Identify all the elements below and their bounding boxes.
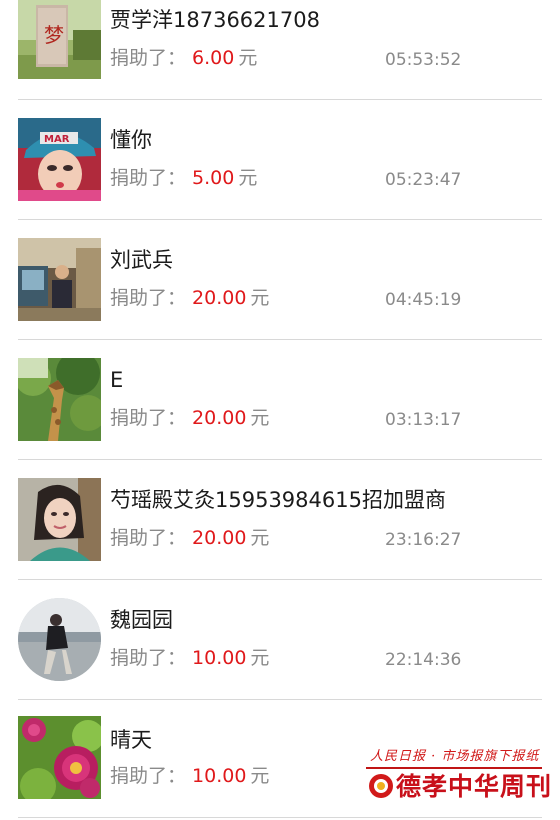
donor-name: E xyxy=(110,368,124,392)
svg-text:梦: 梦 xyxy=(44,23,64,47)
avatar[interactable]: 梦 xyxy=(18,0,101,79)
donation-info: 捐助了： 20.00 元 xyxy=(110,526,269,550)
donor-name: 魏园园 xyxy=(110,608,173,632)
donation-time: 23:16:27 xyxy=(385,530,462,550)
currency-unit: 元 xyxy=(250,407,270,429)
svg-text:MAR: MAR xyxy=(44,134,70,145)
donation-time: 22:14:36 xyxy=(385,650,462,670)
donation-time: 04:45:19 xyxy=(385,290,462,310)
donation-amount: 6.00 xyxy=(192,47,235,69)
donation-label: 捐助了： xyxy=(110,407,187,429)
donor-name: 懂你 xyxy=(110,128,152,152)
donation-time: 05:23:47 xyxy=(385,170,462,190)
currency-unit: 元 xyxy=(250,527,270,549)
donation-time: 05:53:52 xyxy=(385,50,462,70)
avatar[interactable] xyxy=(18,478,101,561)
donation-info: 捐助了： 6.00 元 xyxy=(110,46,257,70)
list-item[interactable]: 魏园园 捐助了： 10.00 元 22:14:36 xyxy=(0,580,560,700)
list-item[interactable]: 芍瑶殿艾灸15953984615招加盟商 捐助了： 20.00 元 23:16:27 xyxy=(0,460,560,580)
donation-label: 捐助了： xyxy=(110,47,187,69)
donor-name: 晴天 xyxy=(110,728,152,752)
donor-name: 芍瑶殿艾灸15953984615招加盟商 xyxy=(110,488,446,512)
donation-info: 捐助了： 10.00 元 xyxy=(110,764,269,788)
donor-name: 刘武兵 xyxy=(110,248,173,272)
newspaper-logo-icon xyxy=(366,771,396,801)
list-item[interactable]: MAR 懂你 捐助了： 5.00 元 05:23:47 xyxy=(0,100,560,220)
avatar[interactable]: MAR xyxy=(18,118,101,201)
watermark-top-line: 人民日报 · 市场报旗下报纸 xyxy=(370,749,540,764)
watermark-title: 德孝中华周刊 xyxy=(396,772,553,801)
avatar[interactable] xyxy=(18,598,101,681)
donation-info: 捐助了： 20.00 元 xyxy=(110,286,269,310)
donation-info: 捐助了： 20.00 元 xyxy=(110,406,269,430)
donation-amount: 5.00 xyxy=(192,167,235,189)
donation-label: 捐助了： xyxy=(110,287,187,309)
list-item[interactable]: 刘武兵 捐助了： 20.00 元 04:45:19 xyxy=(0,220,560,340)
donation-info: 捐助了： 10.00 元 xyxy=(110,646,269,670)
donation-amount: 10.00 xyxy=(192,765,247,787)
donation-label: 捐助了： xyxy=(110,167,187,189)
list-item[interactable]: 梦 贾学洋18736621708 捐助了： 6.00 元 05:53:52 xyxy=(0,0,560,100)
donation-label: 捐助了： xyxy=(110,527,187,549)
avatar[interactable] xyxy=(18,716,101,799)
donation-amount: 20.00 xyxy=(192,287,247,309)
donor-name: 贾学洋18736621708 xyxy=(110,8,320,32)
donation-time: 03:13:17 xyxy=(385,410,462,430)
donation-label: 捐助了： xyxy=(110,647,187,669)
donation-amount: 20.00 xyxy=(192,527,247,549)
avatar[interactable] xyxy=(18,358,101,441)
divider xyxy=(18,817,542,818)
currency-unit: 元 xyxy=(238,47,258,69)
currency-unit: 元 xyxy=(250,287,270,309)
currency-unit: 元 xyxy=(250,765,270,787)
list-item[interactable]: E 捐助了： 20.00 元 03:13:17 xyxy=(0,340,560,460)
donation-label: 捐助了： xyxy=(110,765,187,787)
currency-unit: 元 xyxy=(250,647,270,669)
avatar[interactable] xyxy=(18,238,101,321)
donation-amount: 20.00 xyxy=(192,407,247,429)
currency-unit: 元 xyxy=(238,167,258,189)
newspaper-watermark: 人民日报 · 市场报旗下报纸 德孝中华周刊 xyxy=(366,745,551,805)
donation-info: 捐助了： 5.00 元 xyxy=(110,166,257,190)
donation-amount: 10.00 xyxy=(192,647,247,669)
